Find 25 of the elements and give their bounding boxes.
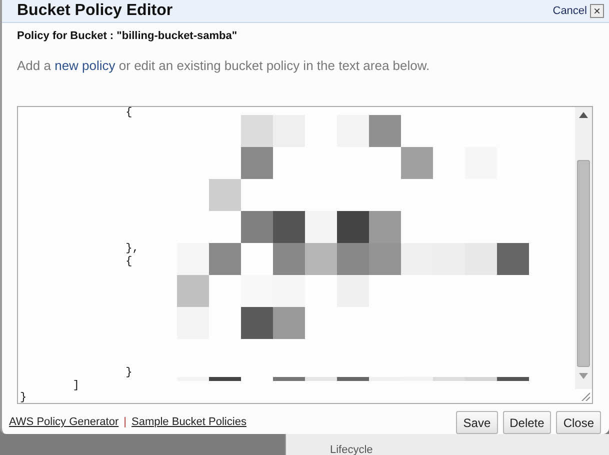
sample-policies-link[interactable]: Sample Bucket Policies	[132, 414, 246, 431]
delete-button[interactable]: Delete	[502, 411, 552, 434]
new-policy-link[interactable]: new policy	[54, 58, 116, 72]
code-line: },	[124, 243, 139, 256]
code-line: {	[124, 107, 132, 120]
save-button[interactable]: Save	[456, 411, 498, 434]
cancel-link[interactable]: Cancel	[552, 2, 587, 20]
close-button[interactable]: ×	[590, 4, 604, 18]
code-line: ]	[72, 380, 80, 392]
scroll-up-icon[interactable]	[579, 112, 588, 118]
policy-heading: Policy for Bucket : "billing-bucket-samba"	[16, 29, 238, 44]
code-line: }	[124, 367, 132, 380]
description-text: Add a new policy or edit an existing bucket policy in the text area below.	[16, 56, 431, 75]
close-button[interactable]: Close	[556, 411, 601, 434]
section-label: Lifecycle	[330, 444, 373, 455]
scroll-thumb[interactable]	[577, 160, 590, 367]
scrollbar[interactable]	[575, 107, 592, 389]
link-separator: |	[124, 415, 126, 430]
code-line: }	[20, 392, 27, 403]
scroll-down-icon[interactable]	[579, 373, 588, 379]
resize-grip-icon[interactable]	[580, 391, 590, 401]
code-line: {	[124, 256, 132, 268]
policy-generator-link[interactable]: AWS Policy Generator	[9, 414, 119, 431]
policy-editor[interactable]: { }, { } ] }	[17, 106, 593, 404]
dialog-title: Bucket Policy Editor	[17, 1, 173, 21]
